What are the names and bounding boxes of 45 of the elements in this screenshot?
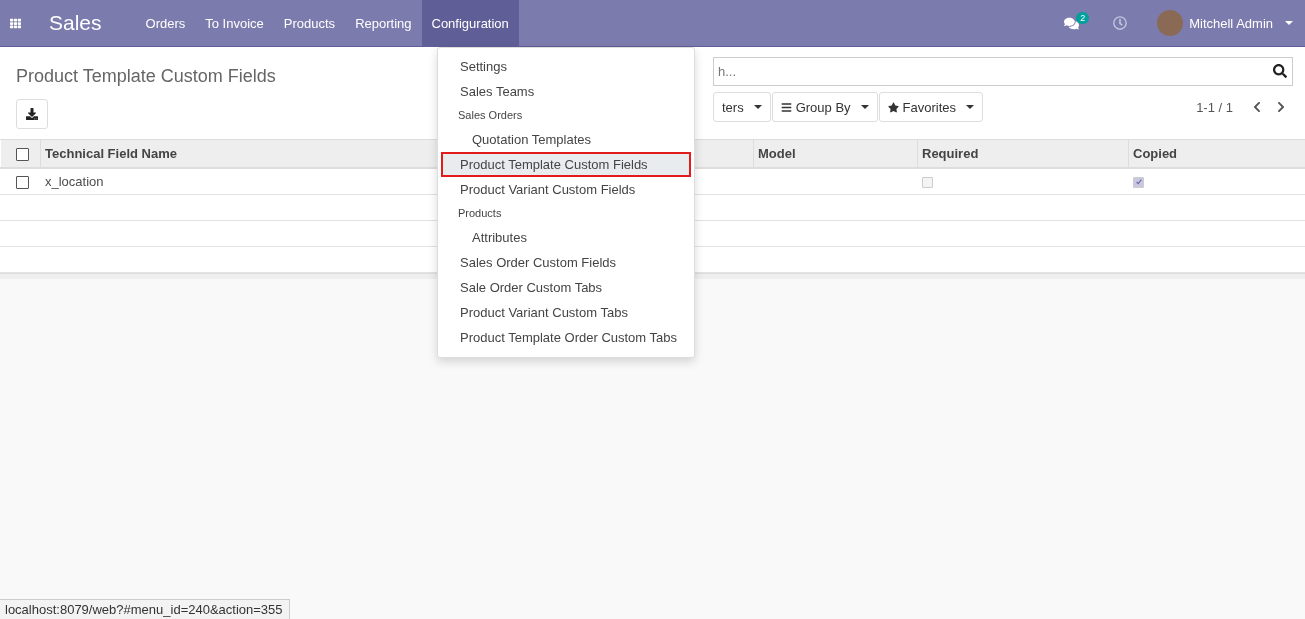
nav-menu-item[interactable]: Orders bbox=[135, 0, 196, 46]
menu-section-header: Sales Orders bbox=[457, 108, 524, 123]
nav-menu-item[interactable]: Configuration bbox=[421, 0, 519, 46]
status-url: localhost:8079/web?#menu_id=240&action=355 bbox=[0, 599, 290, 619]
checkbox[interactable] bbox=[16, 175, 29, 189]
nav-menu-item[interactable]: To Invoice bbox=[195, 0, 274, 46]
caret-icon bbox=[966, 105, 975, 109]
app-name: Sales bbox=[49, 11, 102, 35]
caret-icon bbox=[1285, 21, 1293, 25]
caret-icon bbox=[753, 105, 762, 109]
search-icon bbox=[1273, 64, 1287, 78]
message-count-badge: 2 bbox=[1076, 12, 1090, 24]
caret-icon bbox=[860, 105, 869, 109]
star-icon bbox=[887, 101, 899, 113]
pager-value: 1-1 / 1 bbox=[1196, 99, 1233, 115]
menu-item[interactable]: Sales Order Custom Fields bbox=[441, 250, 691, 275]
menu-item[interactable]: Product Template Order Custom Tabs bbox=[441, 325, 691, 350]
menu-item[interactable]: Product Template Custom Fields bbox=[441, 152, 691, 177]
list-icon bbox=[780, 101, 792, 113]
menu-section-header: Products bbox=[457, 206, 503, 221]
nav-menu-item[interactable]: Reporting bbox=[345, 0, 422, 46]
download-icon bbox=[26, 108, 38, 120]
grid-icon bbox=[10, 17, 21, 29]
column-header[interactable]: Model bbox=[753, 140, 918, 168]
export-button[interactable] bbox=[16, 99, 48, 129]
menu-item[interactable]: Attributes bbox=[441, 225, 691, 250]
filter-dropdown-button[interactable]: Group By bbox=[771, 92, 878, 122]
menu-item[interactable]: Sale Order Custom Tabs bbox=[441, 275, 691, 300]
filter-dropdown-button[interactable]: Favorites bbox=[878, 92, 984, 122]
filter-dropdown-button[interactable]: ters bbox=[713, 92, 771, 122]
menu-item[interactable]: Settings bbox=[441, 54, 691, 79]
page-title: Product Template Custom Fields bbox=[16, 65, 276, 87]
chevron-left-icon bbox=[1251, 101, 1263, 113]
chevron-right-icon bbox=[1275, 101, 1287, 113]
checkbox[interactable] bbox=[15, 148, 29, 162]
menu-item[interactable]: Product Variant Custom Tabs bbox=[441, 300, 691, 325]
menu-item[interactable]: Sales Teams bbox=[441, 79, 691, 104]
search-field[interactable]: h... bbox=[713, 57, 1293, 86]
clock-icon bbox=[1113, 16, 1128, 30]
user-avatar bbox=[1157, 10, 1184, 36]
column-header[interactable]: Copied bbox=[1128, 140, 1305, 168]
user-menu-button[interactable]: Mitchell Admin bbox=[1149, 0, 1305, 46]
nav-menu-item[interactable]: Products bbox=[273, 0, 346, 46]
column-header[interactable]: Required bbox=[917, 140, 1129, 168]
chat-icon bbox=[1064, 15, 1080, 31]
